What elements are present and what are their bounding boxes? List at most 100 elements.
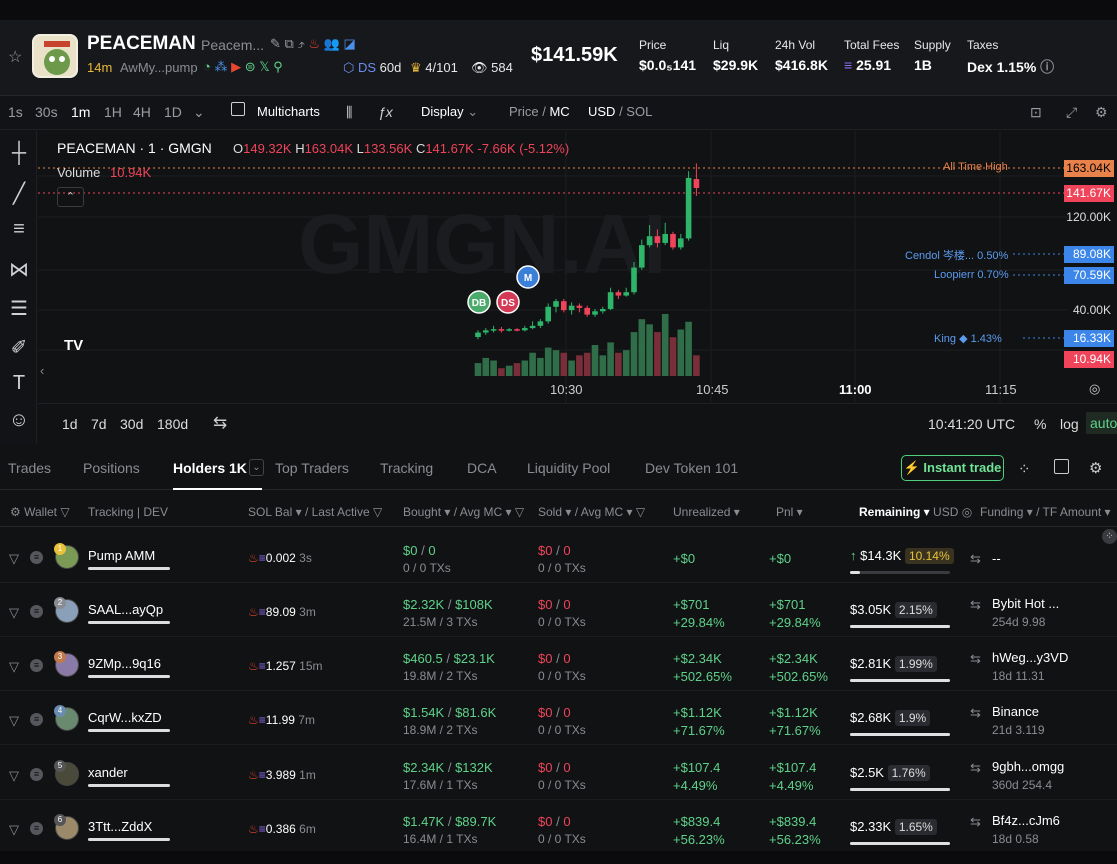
fib-icon[interactable]: ☰ bbox=[6, 296, 32, 321]
camera-icon[interactable]: ⊡ bbox=[1030, 104, 1042, 121]
edit-icon[interactable]: ✎ bbox=[270, 36, 281, 51]
col-bought[interactable]: Bought ▾ / Avg MC ▾ ▽ bbox=[403, 505, 524, 519]
col-sold[interactable]: Sold ▾ / Avg MC ▾ ▽ bbox=[538, 505, 645, 519]
collapse-left-icon[interactable]: ‹ bbox=[40, 363, 44, 378]
display-dropdown[interactable]: Display ⌄ bbox=[421, 104, 478, 120]
emoji-icon[interactable]: ☺ bbox=[6, 409, 32, 432]
crosshair-icon[interactable]: ┼ bbox=[6, 142, 32, 165]
bubble-map-icon[interactable]: ⁘ bbox=[1018, 460, 1031, 478]
percent-toggle[interactable]: % bbox=[1034, 416, 1046, 432]
panel-layout-icon[interactable] bbox=[1054, 459, 1069, 474]
funding-name[interactable]: -- bbox=[992, 551, 1001, 566]
tab-dev-token[interactable]: Dev Token 101 bbox=[645, 460, 738, 476]
kol-count[interactable]: ♛ 4/101 bbox=[410, 60, 458, 76]
tab-tracking[interactable]: Tracking bbox=[380, 460, 433, 476]
interval-30s[interactable]: 30s bbox=[35, 104, 58, 120]
funding-name[interactable]: Bf4z...cJm6 bbox=[992, 813, 1060, 828]
token-address[interactable]: AwMy...pump bbox=[120, 60, 198, 75]
interval-1m[interactable]: 1m bbox=[71, 104, 90, 120]
holders-chevron-down-icon[interactable]: ⌄ bbox=[249, 459, 264, 476]
filter-icon[interactable]: ▽ bbox=[9, 713, 19, 729]
interval-4h[interactable]: 4H bbox=[133, 104, 151, 120]
instant-trade-button[interactable]: ⚡ Instant trade bbox=[901, 455, 1004, 481]
range-1d[interactable]: 1d bbox=[62, 416, 78, 432]
copy-icon[interactable]: ⧉ bbox=[285, 36, 294, 51]
share-icon[interactable]: ⤴ bbox=[297, 36, 304, 51]
multicharts-checkbox[interactable] bbox=[231, 102, 245, 116]
wallet-name[interactable]: SAAL...ayQp bbox=[88, 602, 163, 617]
tab-liquidity-pool[interactable]: Liquidity Pool bbox=[527, 460, 610, 476]
ds-badge[interactable]: ⬡ DS 60d bbox=[343, 60, 401, 76]
horizontal-lines-icon[interactable]: ≡ bbox=[6, 218, 32, 241]
tab-holders[interactable]: Holders 1K bbox=[173, 460, 247, 476]
collapse-chevron-up-icon[interactable]: ⌃ bbox=[57, 187, 84, 207]
range-30d[interactable]: 30d bbox=[120, 416, 143, 432]
wallet-name[interactable]: 3Ttt...ZddX bbox=[88, 819, 152, 834]
filter-icon[interactable]: ▽ bbox=[9, 822, 19, 838]
wallet-name[interactable]: CqrW...kxZD bbox=[88, 710, 162, 725]
header-action-icons[interactable]: ✎ ⧉ ⤴ ♨ 👥 ◪ bbox=[270, 36, 356, 52]
col-unrealized[interactable]: Unrealized ▾ bbox=[673, 505, 740, 519]
interval-1s[interactable]: 1s bbox=[8, 104, 23, 120]
table-settings-gear-icon[interactable]: ⚙ bbox=[1089, 459, 1102, 477]
indicators-icon[interactable]: ƒx bbox=[378, 104, 393, 120]
filter-icon[interactable]: ▽ bbox=[9, 551, 19, 567]
fullscreen-icon[interactable]: ⤢ bbox=[1066, 104, 1077, 121]
candle-body bbox=[553, 301, 559, 307]
list-icon[interactable]: ≡ bbox=[30, 605, 43, 618]
filter-icon[interactable]: ▽ bbox=[9, 605, 19, 621]
market-cap: $141.59K bbox=[531, 44, 618, 66]
usd-sol-toggle[interactable]: USD / SOL bbox=[588, 104, 652, 119]
list-icon[interactable]: ≡ bbox=[30, 551, 43, 564]
interval-1h[interactable]: 1H bbox=[104, 104, 122, 120]
holder-note-king: King ◆ 1.43% bbox=[934, 333, 1002, 345]
floating-bubble-icon[interactable]: ⁘ bbox=[1102, 529, 1117, 544]
pattern-icon[interactable]: ⋈ bbox=[6, 257, 32, 282]
col-wallet[interactable]: ⚙ Wallet ▽ bbox=[10, 505, 70, 519]
social-icons[interactable]: ◔ ⁂ ▶ ⊜ 𝕏 ⚲ bbox=[203, 59, 283, 75]
funding-name[interactable]: Binance bbox=[992, 704, 1039, 719]
filter-icon[interactable]: ▽ bbox=[9, 659, 19, 675]
wallet-name[interactable]: xander bbox=[88, 765, 128, 780]
tab-trades[interactable]: Trades bbox=[8, 460, 51, 476]
trendline-icon[interactable]: ╱ bbox=[6, 181, 32, 206]
calendar-icon[interactable]: ⇆ bbox=[213, 413, 227, 433]
brush-icon[interactable]: ✐ bbox=[6, 335, 32, 360]
rank-badge: 3 bbox=[54, 651, 66, 663]
log-toggle[interactable]: log bbox=[1060, 416, 1079, 432]
tab-dca[interactable]: DCA bbox=[467, 460, 497, 476]
col-remaining[interactable]: Remaining ▾ USD ◎ bbox=[859, 505, 972, 519]
price-chart[interactable]: GMGN.AI DB DS M bbox=[38, 131, 1068, 403]
list-icon[interactable]: ≡ bbox=[30, 822, 43, 835]
reset-icon[interactable]: ◎ bbox=[1089, 381, 1100, 397]
list-icon[interactable]: ≡ bbox=[30, 768, 43, 781]
wallet-name[interactable]: Pump AMM bbox=[88, 548, 155, 563]
settings-gear-icon[interactable]: ⚙ bbox=[1095, 104, 1108, 121]
list-icon[interactable]: ≡ bbox=[30, 659, 43, 672]
range-180d[interactable]: 180d bbox=[157, 416, 188, 432]
interval-1d[interactable]: 1D bbox=[164, 104, 182, 120]
multicharts-label: Multicharts bbox=[257, 104, 320, 119]
sold-value: $0 / 0 bbox=[538, 705, 571, 720]
col-sol-bal[interactable]: SOL Bal ▾ / Last Active ▽ bbox=[248, 505, 382, 519]
filter-icon[interactable]: ▽ bbox=[9, 768, 19, 784]
interval-chevron-down-icon[interactable]: ⌄ bbox=[193, 104, 205, 121]
favorite-star-icon[interactable]: ☆ bbox=[8, 47, 22, 67]
funding-name[interactable]: 9gbh...omgg bbox=[992, 759, 1064, 774]
text-tool-icon[interactable]: T bbox=[6, 372, 32, 395]
col-pnl[interactable]: Pnl ▾ bbox=[776, 505, 803, 519]
wallet-name[interactable]: 9ZMp...9q16 bbox=[88, 656, 161, 671]
col-funding[interactable]: Funding ▾ / TF Amount ▾ bbox=[980, 505, 1111, 519]
candle-type-icon[interactable]: ⫼ bbox=[346, 104, 352, 121]
tab-top-traders[interactable]: Top Traders bbox=[275, 460, 349, 476]
range-7d[interactable]: 7d bbox=[91, 416, 107, 432]
candlestick-chart[interactable]: GMGN.AI DB DS M bbox=[38, 131, 1068, 403]
price-mc-toggle[interactable]: Price / MC bbox=[509, 104, 570, 119]
list-icon[interactable]: ≡ bbox=[30, 713, 43, 726]
tab-positions[interactable]: Positions bbox=[83, 460, 140, 476]
help-icon[interactable]: ⓘ bbox=[1040, 59, 1054, 75]
funding-name[interactable]: Bybit Hot ... bbox=[992, 596, 1059, 611]
auto-toggle[interactable]: auto bbox=[1086, 412, 1117, 434]
col-tracking[interactable]: Tracking | DEV bbox=[88, 505, 168, 519]
funding-name[interactable]: hWeg...y3VD bbox=[992, 650, 1068, 665]
